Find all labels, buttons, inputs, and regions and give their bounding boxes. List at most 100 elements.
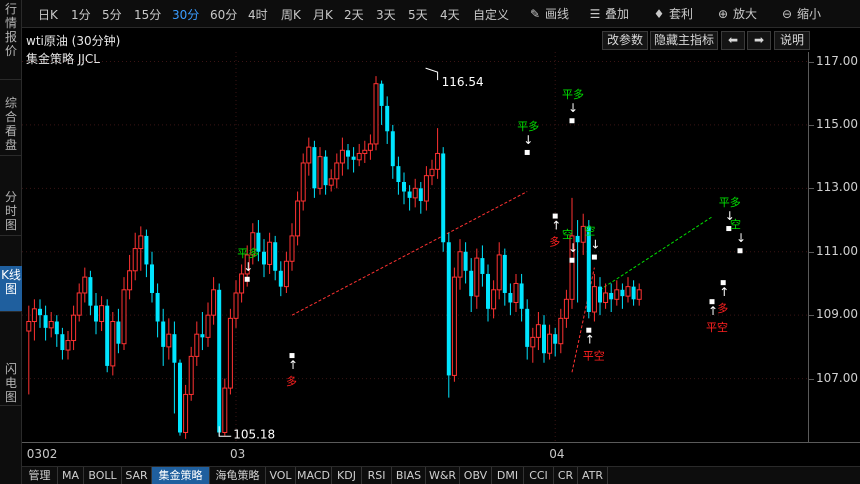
candle-body [373, 83, 379, 145]
period-5min[interactable]: 5分 [102, 6, 122, 23]
period-daily[interactable]: 日K [38, 6, 58, 23]
hide-indicator-button[interactable]: 隐藏主指标 [650, 31, 718, 50]
indicator-tab[interactable]: VOL [266, 467, 296, 484]
period-30min[interactable]: 30分 [172, 6, 199, 23]
indicator-tab[interactable]: BIAS [392, 467, 426, 484]
indicator-tab[interactable]: 管理 [22, 467, 58, 484]
period-weekly[interactable]: 周K [281, 6, 301, 23]
arbitrage-label: 套利 [669, 7, 694, 21]
period-2day[interactable]: 2天 [344, 6, 364, 23]
change-params-button[interactable]: 改参数 [602, 31, 648, 50]
indicator-tab[interactable]: MA [58, 467, 84, 484]
candlestick-chart[interactable]: 116.54105.18平多↓↑多平多↓平多↓↑多空↓空↓↑平空平多↓空↓↑平空… [22, 52, 808, 442]
overlay-tool[interactable]: ☰ 叠加 [588, 5, 629, 22]
arbitrage-tool[interactable]: ♦ 套利 [652, 5, 693, 22]
next-button[interactable]: ➡ [747, 31, 771, 50]
arrow-down-icon: ↓ [523, 133, 533, 147]
nav-tab-quotes[interactable]: 行情报价 [0, 0, 22, 80]
indicator-tab[interactable]: 海龟策略 [210, 467, 266, 484]
candle-body [178, 362, 182, 433]
candle-body [300, 162, 306, 202]
candle-body [385, 105, 390, 132]
indicator-tab[interactable]: DMI [492, 467, 524, 484]
period-3day[interactable]: 3天 [376, 6, 396, 23]
candle-body [323, 156, 328, 186]
candle-body [289, 235, 295, 262]
candle-body [563, 298, 569, 319]
signal-label: 空 [730, 217, 741, 231]
indicator-tab[interactable]: BOLL [84, 467, 122, 484]
arrow-down-icon: ↓ [568, 241, 578, 255]
indicator-tab[interactable]: CCI [524, 467, 554, 484]
candle-body [609, 292, 614, 300]
signal-label: 平空 [583, 349, 605, 363]
indicator-tab[interactable]: KDJ [332, 467, 362, 484]
candle-body [407, 191, 412, 198]
candle-body [513, 282, 519, 303]
pencil-icon: ✎ [529, 7, 541, 21]
candle-body [233, 292, 239, 319]
zoom-out-label: 缩小 [797, 7, 822, 21]
indicator-tab[interactable]: 集金策略 [152, 467, 210, 484]
candle-body [598, 286, 602, 303]
signal-dot [569, 257, 575, 263]
indicator-tab[interactable]: W&R [426, 467, 460, 484]
help-button[interactable]: 说明 [774, 31, 810, 50]
signal-label: 多 [717, 301, 728, 315]
price-tick-label: 113.00 [816, 180, 858, 195]
period-1min[interactable]: 1分 [71, 6, 91, 23]
candle-body [116, 321, 121, 344]
period-5day[interactable]: 5天 [408, 6, 428, 23]
candle-body [88, 277, 93, 306]
zoom-out-icon: ⊖ [781, 7, 793, 21]
candle-body [239, 273, 245, 294]
candle-body [227, 317, 233, 389]
signal-label: 平多 [517, 119, 539, 133]
candle-body [54, 321, 59, 335]
indicator-tab[interactable]: SAR [122, 467, 152, 484]
indicator-tab[interactable]: ATR [578, 467, 608, 484]
nav-tab-timeshare[interactable]: 分时图 [0, 188, 22, 236]
signal-dot [289, 353, 295, 359]
nav-tab-overview[interactable]: 综合看盘 [0, 94, 22, 156]
candle-body [31, 308, 37, 323]
candle-body [217, 289, 222, 433]
period-4h[interactable]: 4时 [248, 6, 268, 23]
candle-body [43, 315, 48, 328]
period-60min[interactable]: 60分 [210, 6, 237, 23]
period-custom[interactable]: 自定义 [473, 6, 509, 23]
candle-body [441, 153, 446, 243]
candle-body [402, 182, 406, 192]
nav-tab-lightning[interactable]: 闪电图 [0, 360, 22, 406]
candle-body [547, 333, 553, 354]
indicator-tab[interactable]: RSI [362, 467, 392, 484]
candle-body [144, 235, 149, 265]
indicator-tab[interactable]: MACD [296, 467, 332, 484]
candle-body [200, 334, 205, 338]
candle-body [636, 289, 642, 300]
signal-dot [569, 118, 575, 124]
date-axis: 0302 03 04 [22, 442, 860, 464]
draw-line-tool[interactable]: ✎ 画线 [528, 5, 569, 22]
signal-label: 平多 [719, 195, 741, 209]
indicator-tab[interactable]: CR [554, 467, 578, 484]
candle-body [138, 235, 144, 250]
signal-label: 多 [549, 235, 560, 249]
signal-dot [709, 299, 715, 305]
period-15min[interactable]: 15分 [134, 6, 161, 23]
candle-body [94, 305, 98, 322]
zoom-out-tool[interactable]: ⊖ 缩小 [780, 5, 821, 22]
candle-body [396, 166, 401, 182]
prev-button[interactable]: ⬅ [721, 31, 745, 50]
nav-tab-kline[interactable]: K线图 [0, 266, 22, 312]
arrow-up-icon: ↑ [719, 285, 729, 299]
period-4day[interactable]: 4天 [440, 6, 460, 23]
zoom-in-label: 放大 [733, 7, 758, 21]
candle-body [150, 264, 154, 293]
high-marker [425, 67, 439, 81]
zoom-in-tool[interactable]: ⊕ 放大 [716, 5, 757, 22]
candle-body [367, 143, 373, 151]
indicator-tab[interactable]: OBV [460, 467, 492, 484]
period-monthly[interactable]: 月K [313, 6, 333, 23]
signal-dot [552, 213, 558, 219]
